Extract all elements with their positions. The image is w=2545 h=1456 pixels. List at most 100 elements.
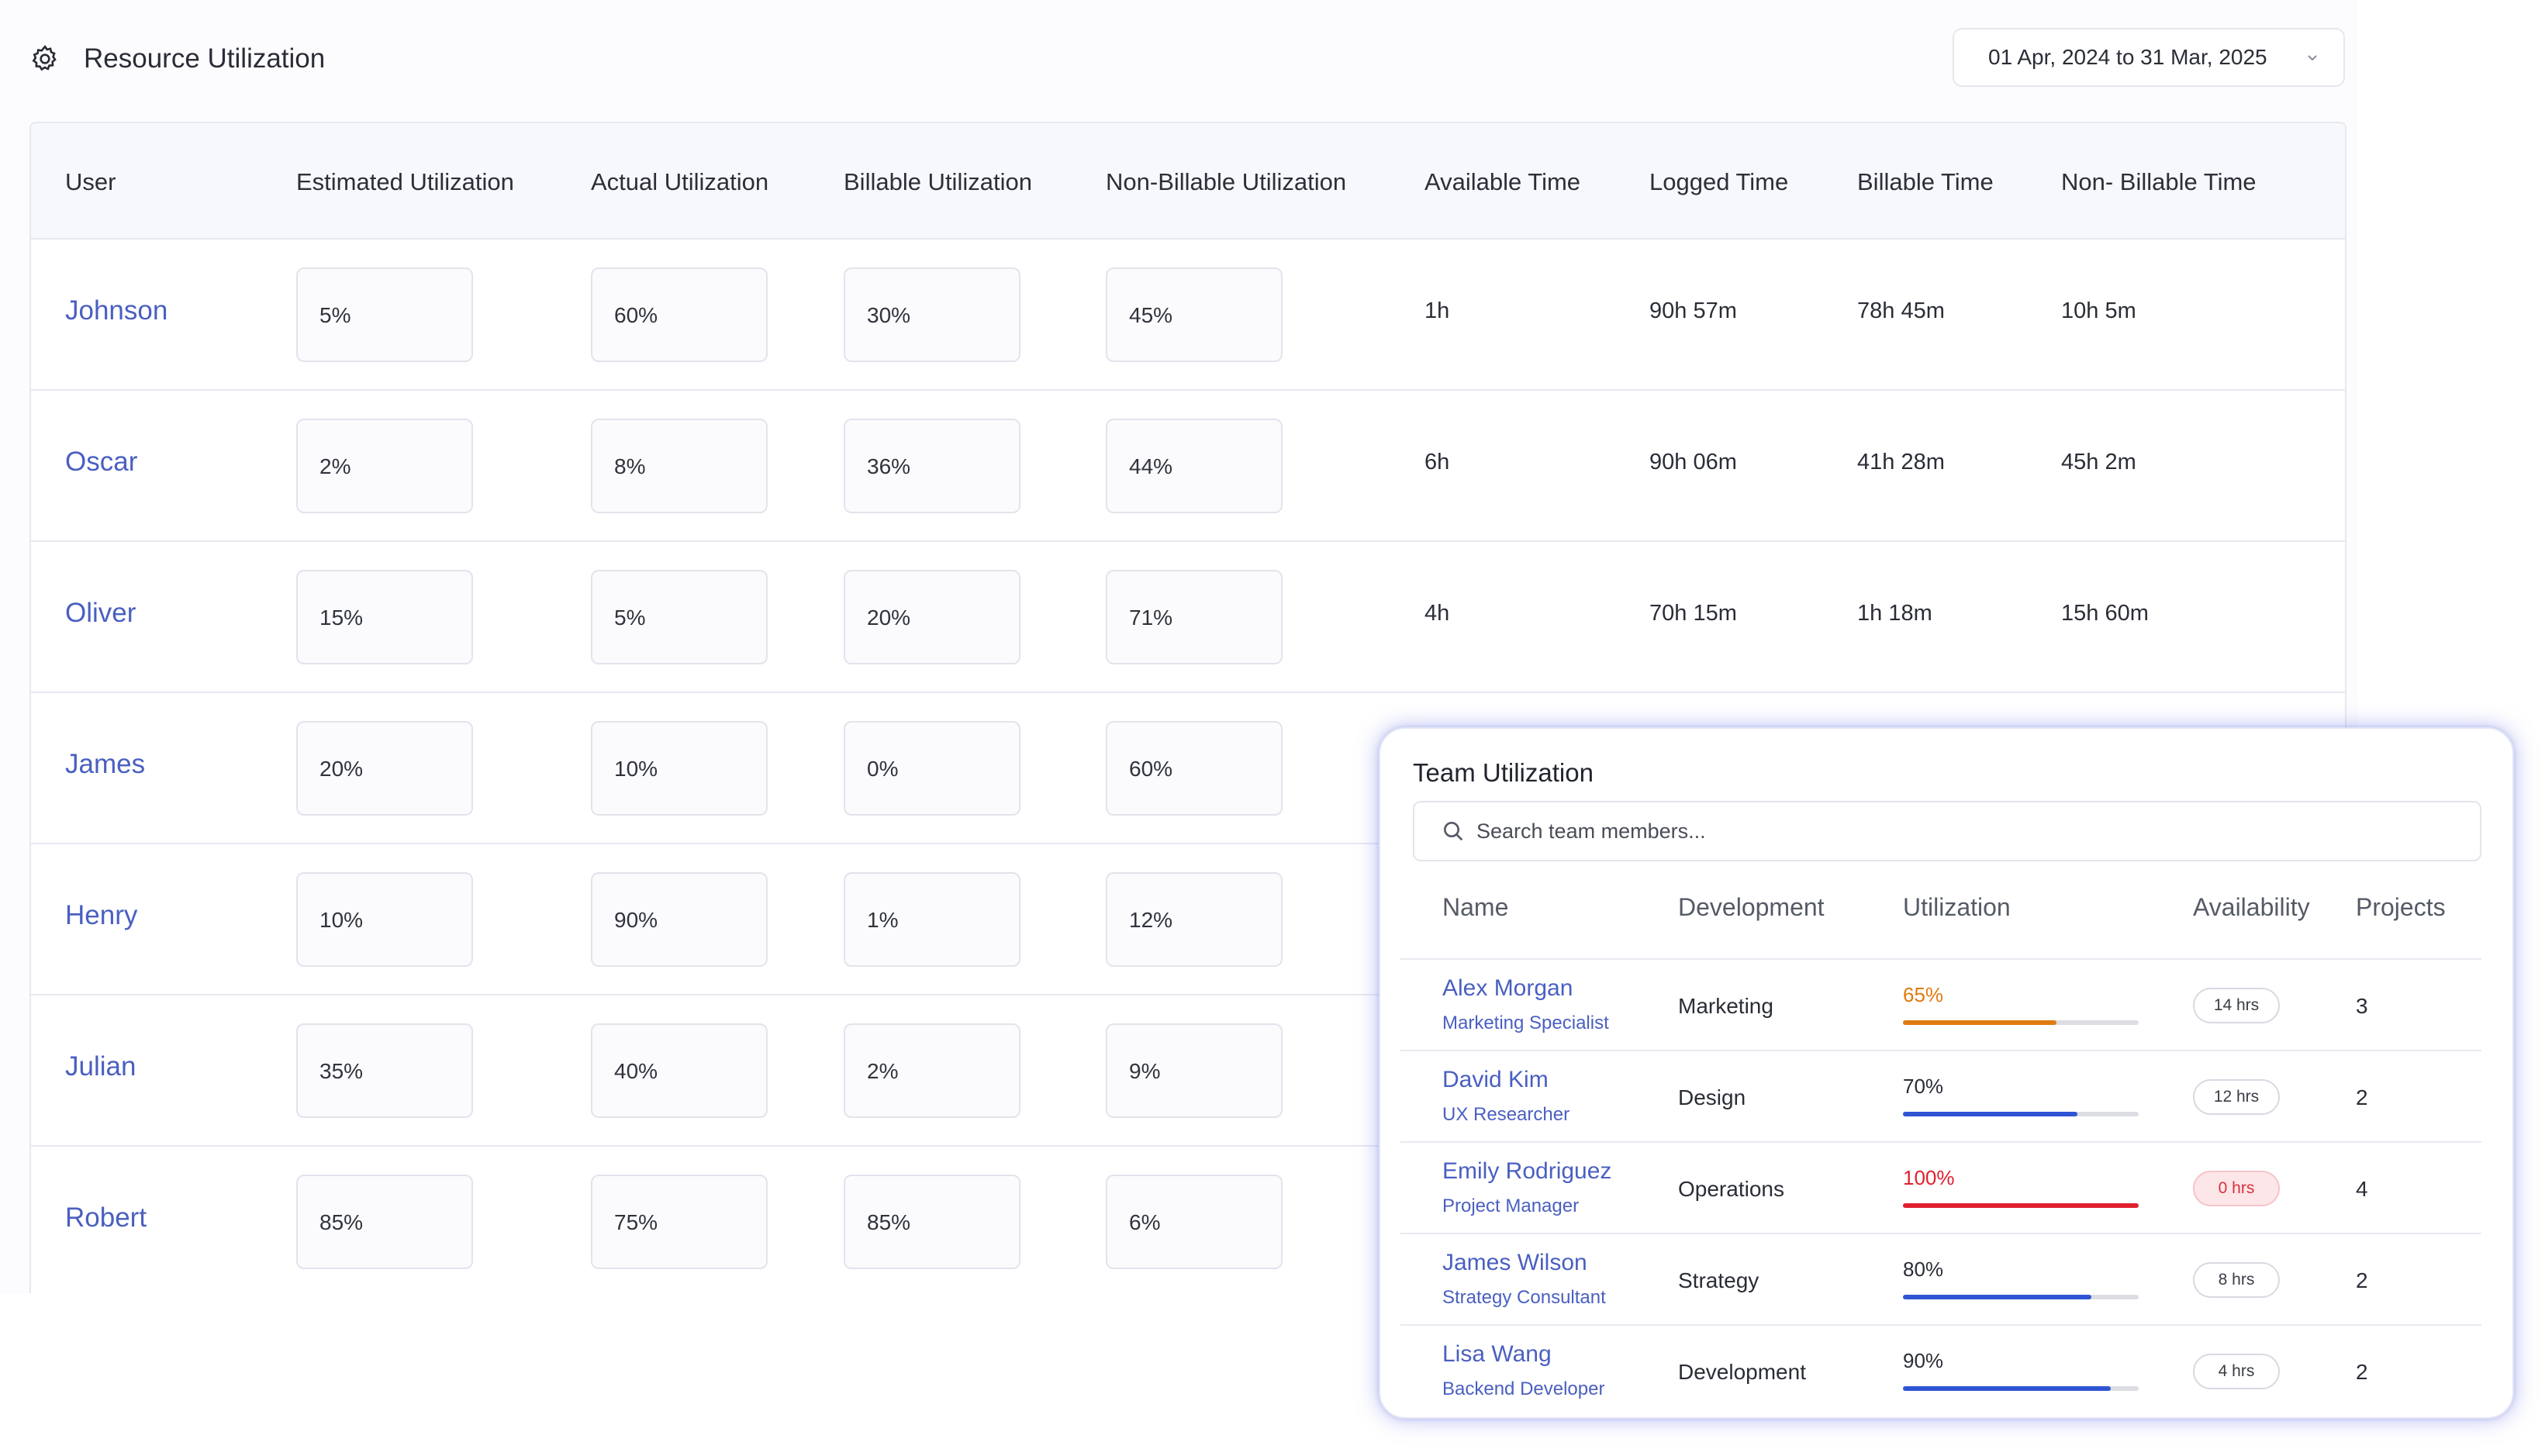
list-item[interactable]: Alex Morgan Marketing Specialist Marketi… <box>1380 960 2516 1051</box>
billable-time: 1h 18m <box>1857 601 1932 626</box>
column-header-name[interactable]: Name <box>1442 893 1508 922</box>
date-range-picker[interactable]: 01 Apr, 2024 to 31 Mar, 2025 <box>1953 28 2345 87</box>
estimated-utilization-input[interactable]: 15% <box>296 570 473 664</box>
member-role: UX Researcher <box>1442 1104 1570 1125</box>
estimated-utilization-input[interactable]: 2% <box>296 419 473 513</box>
billable-utilization-input[interactable]: 85% <box>844 1175 1020 1269</box>
list-item[interactable]: Emily Rodriguez Project Manager Operatio… <box>1380 1143 2516 1234</box>
estimated-utilization-input[interactable]: 5% <box>296 267 473 362</box>
column-header-actual[interactable]: Actual Utilization <box>591 168 768 196</box>
chevron-down-icon <box>2308 55 2317 61</box>
non-billable-utilization-input[interactable]: 60% <box>1106 721 1283 816</box>
member-name[interactable]: Lisa Wang <box>1442 1341 1552 1368</box>
user-name-link[interactable]: James <box>65 749 145 780</box>
non-billable-utilization-input[interactable]: 6% <box>1106 1175 1283 1269</box>
column-header-billable-time[interactable]: Billable Time <box>1857 168 1994 196</box>
user-name-link[interactable]: Henry <box>65 900 137 931</box>
billable-utilization-input[interactable]: 2% <box>844 1023 1020 1118</box>
logged-time: 90h 06m <box>1649 450 1737 474</box>
billable-utilization-input[interactable]: 1% <box>844 872 1020 967</box>
list-item[interactable]: James Wilson Strategy Consultant Strateg… <box>1380 1234 2516 1326</box>
actual-utilization-input[interactable]: 5% <box>591 570 768 664</box>
logged-time: 70h 15m <box>1649 601 1737 626</box>
page-header: Resource Utilization <box>29 34 325 84</box>
list-item[interactable]: Lisa Wang Backend Developer Development … <box>1380 1326 2516 1417</box>
user-name-link[interactable]: Julian <box>65 1051 136 1082</box>
actual-utilization-input[interactable]: 10% <box>591 721 768 816</box>
logged-time: 90h 57m <box>1649 298 1737 323</box>
billable-time: 78h 45m <box>1857 298 1945 323</box>
availability-badge: 0 hrs <box>2193 1171 2280 1206</box>
utilization-percent: 90% <box>1903 1349 1944 1372</box>
non-billable-utilization-input[interactable]: 12% <box>1106 872 1283 967</box>
project-count: 4 <box>2356 1177 2368 1201</box>
member-role: Project Manager <box>1442 1196 1580 1216</box>
column-header-availability[interactable]: Availability <box>2193 893 2310 922</box>
list-item[interactable]: David Kim UX Researcher Design 70% 12 hr… <box>1380 1051 2516 1143</box>
estimated-utilization-input[interactable]: 35% <box>296 1023 473 1118</box>
project-count: 2 <box>2356 1360 2368 1384</box>
non-billable-utilization-input[interactable]: 71% <box>1106 570 1283 664</box>
estimated-utilization-input[interactable]: 20% <box>296 721 473 816</box>
non-billable-time: 10h 5m <box>2061 298 2136 323</box>
user-name-link[interactable]: Johnson <box>65 295 167 326</box>
availability-badge: 4 hrs <box>2193 1354 2280 1389</box>
utilization-progress-bar <box>1903 1386 2139 1391</box>
column-header-development[interactable]: Development <box>1678 893 1825 922</box>
user-name-link[interactable]: Oscar <box>65 447 137 478</box>
member-department: Development <box>1678 1360 1806 1384</box>
search-box[interactable] <box>1413 801 2481 861</box>
table-row: Johnson 5% 60% 30% 45% 1h 90h 57m 78h 45… <box>31 240 2345 391</box>
member-name[interactable]: Emily Rodriguez <box>1442 1158 1611 1185</box>
table-row: Oscar 2% 8% 36% 44% 6h 90h 06m 41h 28m 4… <box>31 391 2345 542</box>
non-billable-utilization-input[interactable]: 45% <box>1106 267 1283 362</box>
column-header-billable[interactable]: Billable Utilization <box>844 168 1032 196</box>
search-icon <box>1444 822 1463 841</box>
actual-utilization-input[interactable]: 75% <box>591 1175 768 1269</box>
utilization-progress-fill <box>1903 1295 2092 1299</box>
page-title: Resource Utilization <box>84 43 326 74</box>
column-header-available-time[interactable]: Available Time <box>1424 168 1580 196</box>
member-role: Marketing Specialist <box>1442 1013 1609 1033</box>
column-header-projects[interactable]: Projects <box>2356 893 2446 922</box>
user-name-link[interactable]: Oliver <box>65 598 136 629</box>
search-input[interactable] <box>1476 819 2407 844</box>
column-header-non-billable[interactable]: Non-Billable Utilization <box>1106 168 1346 196</box>
column-header-logged-time[interactable]: Logged Time <box>1649 168 1788 196</box>
estimated-utilization-input[interactable]: 10% <box>296 872 473 967</box>
column-header-user[interactable]: User <box>65 168 116 196</box>
member-name[interactable]: Alex Morgan <box>1442 975 1573 1002</box>
project-count: 2 <box>2356 1268 2368 1292</box>
column-header-utilization[interactable]: Utilization <box>1903 893 2011 922</box>
member-name[interactable]: James Wilson <box>1442 1250 1587 1276</box>
actual-utilization-input[interactable]: 40% <box>591 1023 768 1118</box>
actual-utilization-input[interactable]: 60% <box>591 267 768 362</box>
user-name-link[interactable]: Robert <box>65 1202 147 1233</box>
utilization-percent: 80% <box>1903 1258 1944 1281</box>
column-header-estimated[interactable]: Estimated Utilization <box>296 168 514 196</box>
member-name[interactable]: David Kim <box>1442 1067 1549 1093</box>
non-billable-utilization-input[interactable]: 44% <box>1106 419 1283 513</box>
utilization-progress-fill <box>1903 1020 2056 1025</box>
utilization-progress-fill <box>1903 1203 2139 1208</box>
available-time: 1h <box>1424 298 1450 323</box>
project-count: 3 <box>2356 994 2368 1018</box>
availability-badge: 14 hrs <box>2193 988 2280 1023</box>
actual-utilization-input[interactable]: 8% <box>591 419 768 513</box>
utilization-progress-fill <box>1903 1112 2077 1116</box>
utilization-progress-bar <box>1903 1112 2139 1116</box>
date-range-label: 01 Apr, 2024 to 31 Mar, 2025 <box>1988 45 2267 69</box>
billable-utilization-input[interactable]: 0% <box>844 721 1020 816</box>
non-billable-time: 15h 60m <box>2061 601 2149 626</box>
column-header-non-billable-time[interactable]: Non- Billable Time <box>2061 168 2257 196</box>
utilization-progress-bar <box>1903 1295 2139 1299</box>
estimated-utilization-input[interactable]: 85% <box>296 1175 473 1269</box>
billable-utilization-input[interactable]: 36% <box>844 419 1020 513</box>
billable-utilization-input[interactable]: 30% <box>844 267 1020 362</box>
member-role: Backend Developer <box>1442 1378 1605 1399</box>
availability-badge: 12 hrs <box>2193 1079 2280 1115</box>
billable-utilization-input[interactable]: 20% <box>844 570 1020 664</box>
actual-utilization-input[interactable]: 90% <box>591 872 768 967</box>
non-billable-utilization-input[interactable]: 9% <box>1106 1023 1283 1118</box>
gear-icon[interactable] <box>29 43 60 74</box>
